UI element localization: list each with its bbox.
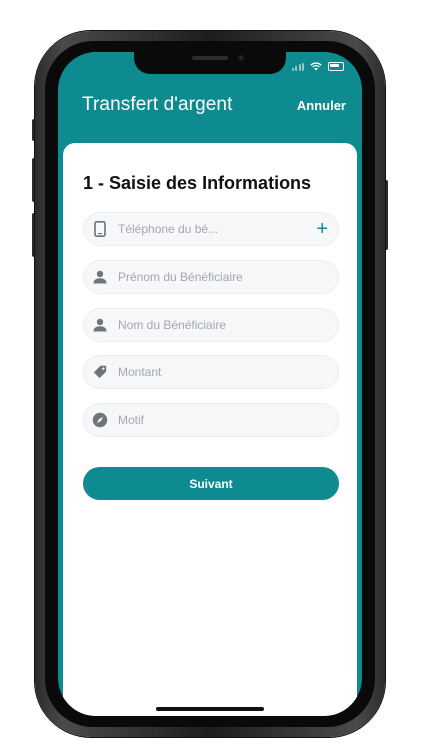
step-title: 1 - Saisie des Informations	[83, 173, 312, 193]
add-contact-button[interactable]: +	[316, 219, 328, 239]
phone-icon	[92, 221, 108, 237]
beneficiary-phone-field[interactable]: Téléphone du bé... +	[83, 212, 339, 246]
form-card: 1 - Saisie des Informations Téléphone du…	[63, 143, 357, 716]
battery-icon	[328, 62, 344, 71]
amount-placeholder: Montant	[118, 365, 162, 379]
tag-icon	[92, 364, 108, 380]
speaker-grille	[192, 56, 228, 60]
front-camera	[237, 54, 245, 62]
compass-icon	[92, 412, 108, 428]
page-title: Transfert d'argent	[82, 94, 233, 115]
person-icon	[92, 269, 108, 285]
phone-screen: Transfert d'argent Annuler 1 - Saisie de…	[58, 52, 362, 716]
cancel-button[interactable]: Annuler	[297, 98, 346, 113]
notch	[134, 52, 286, 74]
beneficiary-lastname-placeholder: Nom du Bénéficiaire	[118, 318, 227, 332]
signal-icon	[291, 62, 304, 71]
next-button[interactable]: Suivant	[83, 467, 339, 500]
amount-field[interactable]: Montant	[83, 355, 339, 389]
status-bar	[291, 62, 344, 71]
reason-field[interactable]: Motif	[83, 403, 339, 437]
beneficiary-lastname-field[interactable]: Nom du Bénéficiaire	[83, 308, 339, 342]
page: Transfert d'argent Annuler 1 - Saisie de…	[0, 0, 422, 750]
beneficiary-phone-placeholder: Téléphone du bé...	[118, 222, 219, 236]
reason-placeholder: Motif	[118, 413, 145, 427]
beneficiary-firstname-placeholder: Prénom du Bénéficiaire	[118, 270, 243, 284]
home-indicator[interactable]	[156, 707, 264, 711]
beneficiary-firstname-field[interactable]: Prénom du Bénéficiaire	[83, 260, 339, 294]
person-icon	[92, 317, 108, 333]
wifi-icon	[310, 62, 322, 71]
